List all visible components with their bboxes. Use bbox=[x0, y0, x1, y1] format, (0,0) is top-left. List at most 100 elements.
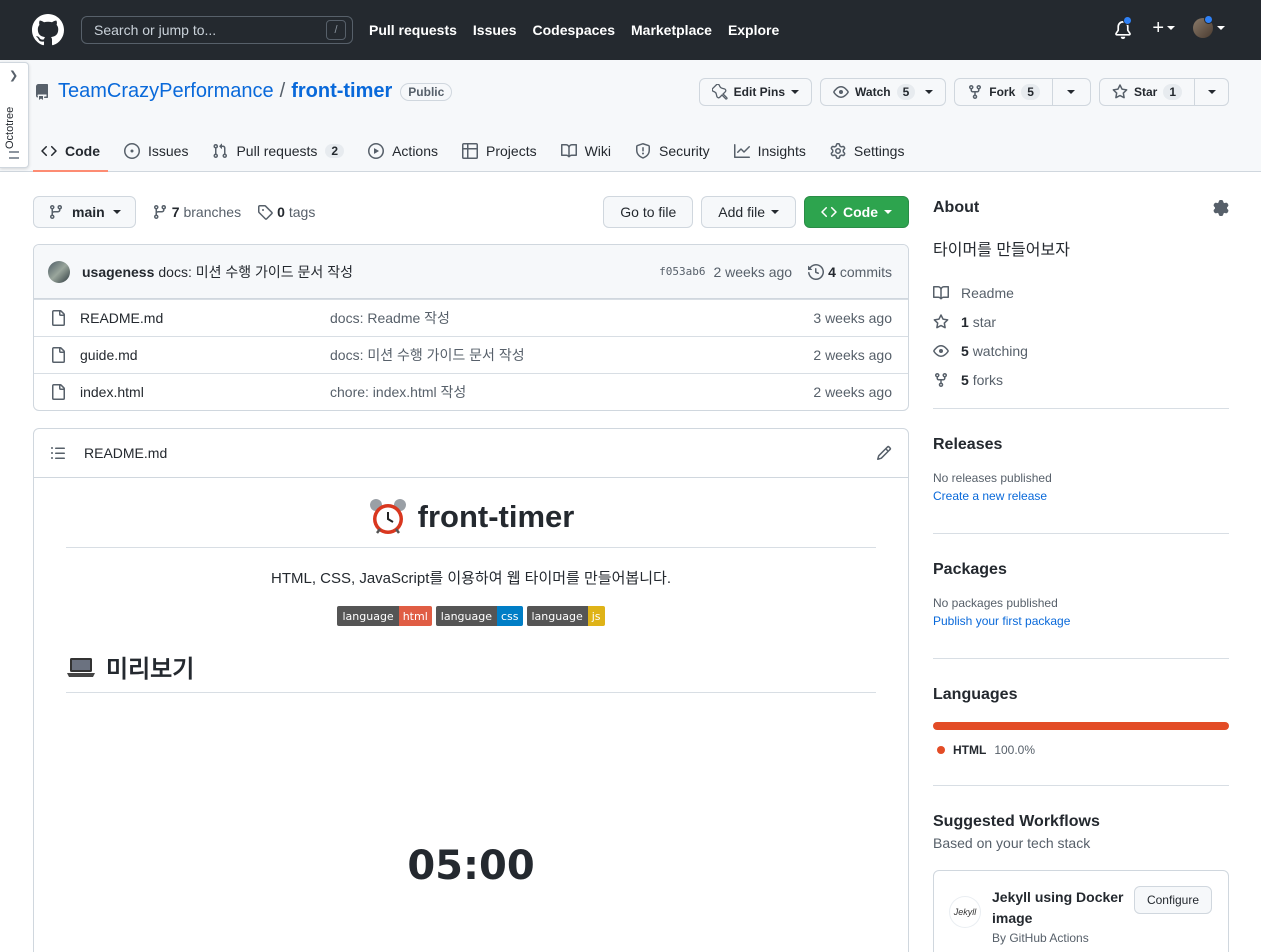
file-row[interactable]: README.md docs: Readme 작성 3 weeks ago bbox=[34, 299, 908, 336]
watch-button[interactable]: Watch 5 bbox=[820, 78, 947, 106]
file-row[interactable]: guide.md docs: 미션 수행 가이드 문서 작성 2 weeks a… bbox=[34, 336, 908, 373]
watching-count: 5 bbox=[961, 342, 969, 359]
file-name-link[interactable]: README.md bbox=[80, 310, 330, 326]
code-button[interactable]: Code bbox=[804, 196, 909, 228]
readme-panel: README.md front-timer HTML, CSS, JavaScr… bbox=[33, 428, 909, 952]
forks-link[interactable]: 5 forks bbox=[933, 365, 1229, 394]
stars-link[interactable]: 1 star bbox=[933, 307, 1229, 336]
language-css-badge[interactable]: language css bbox=[435, 606, 523, 626]
badge-value: js bbox=[587, 606, 605, 626]
create-release-link[interactable]: Create a new release bbox=[933, 489, 1229, 503]
workflows-subheading: Based on your tech stack bbox=[933, 835, 1091, 851]
badge-value: html bbox=[398, 606, 432, 626]
go-to-file-button[interactable]: Go to file bbox=[603, 196, 694, 228]
branches-link[interactable]: 7 branches bbox=[152, 204, 241, 220]
commit-message-link[interactable]: docs: 미션 수행 가이드 문서 작성 bbox=[158, 262, 353, 282]
user-menu-button[interactable] bbox=[1193, 15, 1225, 38]
avatar[interactable] bbox=[48, 260, 70, 283]
commit-sha-link[interactable]: f053ab6 bbox=[659, 265, 705, 278]
nav-pull-requests[interactable]: Pull requests bbox=[369, 22, 457, 38]
configure-workflow-button[interactable]: Configure bbox=[1133, 886, 1212, 914]
eye-icon bbox=[933, 344, 949, 357]
file-name-link[interactable]: index.html bbox=[80, 384, 330, 400]
tags-label: tags bbox=[288, 204, 316, 220]
language-html-badge[interactable]: language html bbox=[337, 606, 432, 626]
language-item[interactable]: HTML 100.0% bbox=[937, 743, 1229, 757]
fork-button[interactable]: Fork 5 bbox=[954, 78, 1053, 106]
tab-projects[interactable]: Projects bbox=[454, 130, 545, 172]
branches-label: branches bbox=[183, 204, 242, 220]
tab-code[interactable]: Code bbox=[33, 130, 108, 172]
repo-name-link[interactable]: front-timer bbox=[291, 80, 392, 103]
list-unordered-icon[interactable] bbox=[50, 445, 66, 461]
tab-label: Code bbox=[65, 143, 100, 159]
about-description: 타이머를 만들어보자 bbox=[933, 242, 1070, 259]
table-icon bbox=[462, 143, 479, 159]
add-file-button[interactable]: Add file bbox=[701, 196, 796, 228]
repo-owner-link[interactable]: TeamCrazyPerformance bbox=[58, 80, 274, 103]
tab-wiki[interactable]: Wiki bbox=[553, 130, 619, 172]
repo-tabs: Code Issues Pull requests 2 Actions Proj… bbox=[33, 130, 920, 172]
tab-label: Wiki bbox=[584, 143, 612, 159]
edit-pins-button[interactable]: Edit Pins bbox=[698, 78, 813, 106]
create-new-button[interactable]: + bbox=[1152, 17, 1175, 40]
file-commit-message-link[interactable]: docs: 미션 수행 가이드 문서 작성 bbox=[330, 345, 813, 365]
nav-codespaces[interactable]: Codespaces bbox=[533, 22, 615, 38]
packages-heading[interactable]: Packages bbox=[933, 561, 1229, 579]
star-dropdown-button[interactable] bbox=[1195, 78, 1229, 106]
path-separator: / bbox=[279, 80, 286, 102]
publish-package-link[interactable]: Publish your first package bbox=[933, 614, 1229, 628]
readme-link[interactable]: Readme bbox=[933, 278, 1229, 307]
commit-author-link[interactable]: usageness bbox=[82, 264, 154, 280]
readme-filename-link[interactable]: README.md bbox=[84, 445, 167, 461]
file-commit-time: 3 weeks ago bbox=[813, 310, 892, 326]
tab-issues[interactable]: Issues bbox=[116, 130, 196, 172]
notifications-button[interactable] bbox=[1114, 16, 1134, 40]
badge-row: language html language css language js bbox=[66, 606, 876, 626]
issue-opened-icon bbox=[124, 143, 140, 159]
nav-issues[interactable]: Issues bbox=[473, 22, 517, 38]
tab-insights[interactable]: Insights bbox=[726, 130, 814, 172]
tab-label: Actions bbox=[392, 143, 439, 159]
tab-pull-requests[interactable]: Pull requests 2 bbox=[204, 130, 352, 172]
star-button[interactable]: Star 1 bbox=[1098, 78, 1195, 106]
tab-settings[interactable]: Settings bbox=[822, 130, 913, 172]
tab-security[interactable]: Security bbox=[627, 130, 718, 172]
workflow-card: Jekyll Jekyll using Docker image By GitH… bbox=[933, 870, 1229, 952]
drag-handle-icon[interactable] bbox=[9, 151, 19, 159]
stars-label: star bbox=[972, 313, 997, 330]
search-input[interactable]: Search or jump to... / bbox=[81, 16, 353, 44]
nav-explore[interactable]: Explore bbox=[728, 22, 779, 38]
readme-title: front-timer bbox=[66, 497, 876, 548]
visibility-badge: Public bbox=[400, 82, 453, 101]
repo-header: TeamCrazyPerformance / front-timer Publi… bbox=[0, 60, 1261, 172]
releases-heading[interactable]: Releases bbox=[933, 436, 1229, 454]
file-icon bbox=[52, 384, 65, 400]
file-name-link[interactable]: guide.md bbox=[80, 347, 330, 363]
fork-dropdown-button[interactable] bbox=[1052, 78, 1091, 106]
pencil-icon[interactable] bbox=[876, 445, 892, 461]
octotree-toggle[interactable]: ❯ Octotree bbox=[0, 62, 29, 168]
tags-link[interactable]: 0 tags bbox=[257, 204, 315, 220]
tab-actions[interactable]: Actions bbox=[360, 130, 446, 172]
file-row[interactable]: index.html chore: index.html 작성 2 weeks … bbox=[34, 373, 908, 410]
forks-count: 5 bbox=[961, 371, 969, 388]
language-js-badge[interactable]: language js bbox=[526, 606, 605, 626]
gear-icon bbox=[830, 143, 846, 159]
book-icon bbox=[933, 285, 949, 299]
github-logo-icon[interactable] bbox=[32, 14, 64, 46]
language-percent: 100.0% bbox=[994, 743, 1036, 757]
file-icon bbox=[52, 347, 65, 363]
file-commit-time: 2 weeks ago bbox=[813, 347, 892, 363]
gear-icon[interactable] bbox=[1213, 200, 1229, 216]
code-label: Code bbox=[843, 204, 878, 220]
forks-label: forks bbox=[972, 371, 1004, 388]
nav-marketplace[interactable]: Marketplace bbox=[631, 22, 712, 38]
git-branch-icon bbox=[153, 205, 166, 220]
packages-section: Packages No packages published Publish y… bbox=[933, 533, 1229, 658]
commits-history-link[interactable]: 4 commits bbox=[808, 264, 892, 280]
file-commit-message-link[interactable]: docs: Readme 작성 bbox=[330, 308, 813, 328]
watchers-link[interactable]: 5 watching bbox=[933, 336, 1229, 365]
branch-select-button[interactable]: main bbox=[33, 196, 136, 228]
file-commit-message-link[interactable]: chore: index.html 작성 bbox=[330, 382, 813, 402]
